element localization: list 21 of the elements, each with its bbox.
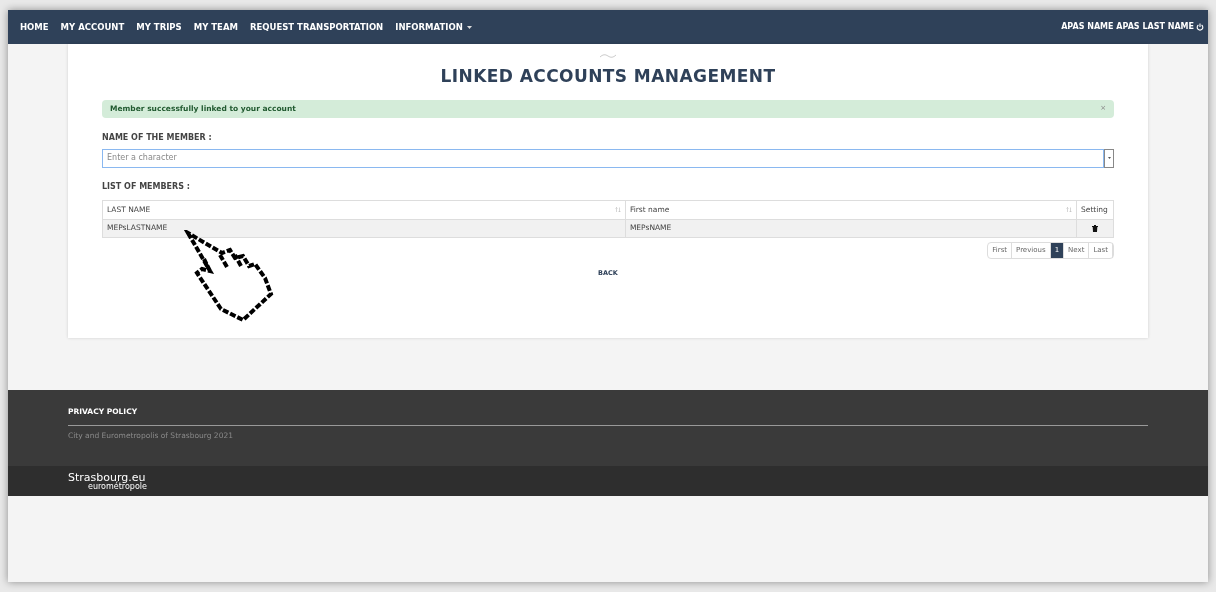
nav-link[interactable]: MY TEAM (193, 20, 238, 34)
caret-icon (466, 25, 472, 29)
trash-icon[interactable] (1092, 224, 1098, 232)
sort-icon (614, 206, 621, 213)
nav-link[interactable]: INFORMATION (395, 20, 472, 34)
logo-subtext: eurométropole (88, 482, 147, 491)
nav-link[interactable]: REQUEST TRANSPORTATION (249, 20, 384, 34)
member-search-field[interactable]: Enter a character (102, 148, 1104, 168)
section-label: LIST OF MEMBERS : (102, 180, 191, 193)
dropdown-button[interactable] (1104, 148, 1114, 168)
page-title: LINKED ACCOUNTS MANAGEMENT (439, 65, 777, 88)
field-label: NAME OF THE MEMBER : (102, 131, 213, 144)
power-icon[interactable] (1196, 23, 1204, 31)
wave-icon (599, 53, 617, 58)
sort-icon (1066, 206, 1072, 213)
user-name[interactable]: APAS NAME APAS LAST NAME (1061, 21, 1194, 33)
logo-text: Strasbourg.eu (68, 471, 146, 483)
nav-link[interactable]: MY ACCOUNT (60, 20, 125, 34)
caret-icon (1107, 157, 1111, 159)
nav-link[interactable]: MY TRIPS (136, 20, 182, 34)
nav-link[interactable]: HOME (20, 20, 49, 34)
